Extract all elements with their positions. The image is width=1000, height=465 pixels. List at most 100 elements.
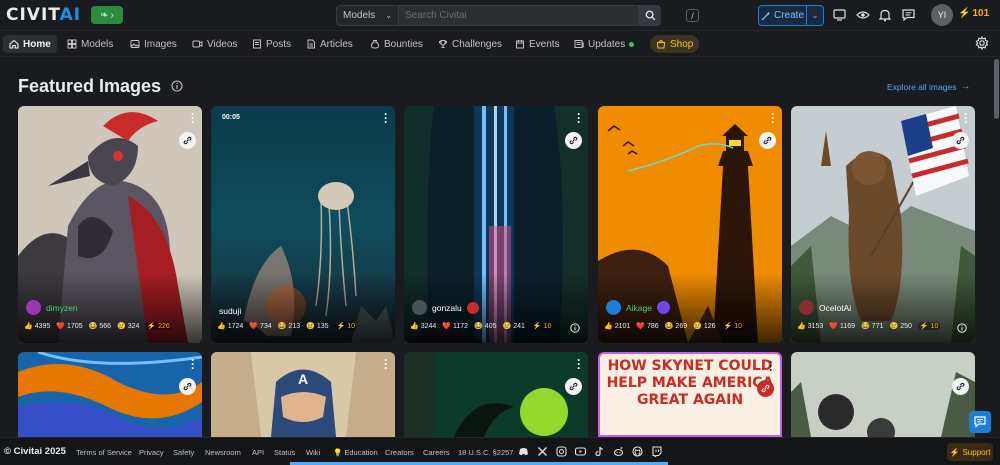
- buzz-tip[interactable]: ⚡ 10: [917, 322, 941, 330]
- footer-link-status[interactable]: Status: [274, 448, 295, 457]
- image-card[interactable]: [791, 352, 975, 437]
- footer-link-careers[interactable]: Careers: [423, 448, 450, 457]
- footer-link-safety[interactable]: Safety: [173, 448, 194, 457]
- more-options-icon[interactable]: · · ·: [961, 108, 971, 128]
- heart-reaction[interactable]: ❤️ 1705: [56, 322, 82, 331]
- nav-home[interactable]: Home: [3, 35, 57, 53]
- eye-icon[interactable]: [855, 7, 871, 23]
- more-options-icon[interactable]: · · ·: [188, 108, 198, 128]
- search-input[interactable]: [399, 5, 639, 26]
- card-user[interactable]: gonzalu: [412, 300, 479, 315]
- buzz-balance[interactable]: ⚡ 101: [958, 8, 989, 19]
- info-icon[interactable]: [26, 324, 36, 334]
- link-icon[interactable]: [179, 132, 196, 149]
- nav-challenges[interactable]: Challenges: [432, 35, 508, 53]
- card-user[interactable]: suduji: [219, 306, 241, 316]
- image-card[interactable]: · · · dimyzen 👍 4395 ❤️ 1705 😂 566 😢 324 ⚡ 226: [18, 106, 202, 343]
- search-scope-select[interactable]: Models ⌄: [336, 5, 399, 26]
- youtube-icon[interactable]: [575, 446, 586, 457]
- video-card[interactable]: 00:05 · · · suduji 👍 1724 ❤️ 734 😂 213 😢 135 ⚡…: [211, 106, 395, 343]
- footer-link-wiki[interactable]: Wiki: [306, 448, 320, 457]
- laugh-reaction[interactable]: 😂 566: [89, 322, 111, 331]
- user-avatar[interactable]: YI: [931, 4, 953, 26]
- link-icon[interactable]: [759, 132, 776, 149]
- link-icon[interactable]: [565, 132, 582, 149]
- heart-reaction[interactable]: ❤️ 786: [636, 322, 658, 331]
- twitch-icon[interactable]: [651, 446, 662, 457]
- link-icon[interactable]: [952, 378, 969, 395]
- laugh-reaction[interactable]: 😂 269: [665, 322, 687, 331]
- instagram-icon[interactable]: [556, 446, 567, 457]
- footer-link-2257[interactable]: 18 U.S.C. §2257: [458, 448, 513, 457]
- link-icon[interactable]: [565, 378, 582, 395]
- cry-reaction[interactable]: 😢 135: [306, 322, 328, 331]
- image-card[interactable]: HOW SKYNET COULD HELP MAKE AMERICA GREAT…: [598, 352, 782, 437]
- nav-images[interactable]: Images: [124, 35, 183, 53]
- card-user[interactable]: dimyzen: [26, 300, 78, 315]
- card-user[interactable]: OcelotAi: [799, 300, 851, 315]
- info-icon[interactable]: [957, 323, 967, 333]
- tiktok-icon[interactable]: [594, 446, 605, 457]
- image-card[interactable]: A · · ·: [211, 352, 395, 437]
- info-icon[interactable]: [171, 80, 183, 92]
- bell-icon[interactable]: [877, 7, 893, 23]
- cry-reaction[interactable]: 😢 126: [693, 322, 715, 331]
- footer-link-privacy[interactable]: Privacy: [139, 448, 164, 457]
- laugh-reaction[interactable]: 😂 405: [474, 322, 496, 331]
- nav-articles[interactable]: Articles: [300, 35, 359, 53]
- create-button[interactable]: Create ⌄: [758, 5, 824, 26]
- chat-icon[interactable]: [900, 7, 916, 23]
- discord-icon[interactable]: [518, 446, 529, 457]
- buzz-tip[interactable]: ⚡ 226: [145, 322, 172, 330]
- scrollbar-thumb[interactable]: [994, 59, 999, 119]
- heart-reaction[interactable]: ❤️ 734: [249, 322, 271, 331]
- more-options-icon[interactable]: · · ·: [381, 354, 391, 374]
- footer-link-terms[interactable]: Terms of Service: [76, 448, 132, 457]
- reddit-icon[interactable]: [613, 446, 624, 457]
- laugh-reaction[interactable]: 😂 771: [861, 322, 883, 331]
- nav-bounties[interactable]: Bounties: [364, 35, 429, 53]
- civitai-logo[interactable]: CIVITAI: [6, 5, 81, 25]
- buzz-tip[interactable]: ⚡ 10: [721, 322, 745, 330]
- link-icon[interactable]: [757, 380, 774, 397]
- nav-updates[interactable]: Updates: [568, 35, 640, 53]
- support-button[interactable]: ⚡ Support: [947, 443, 993, 461]
- laugh-reaction[interactable]: 😂 213: [278, 322, 300, 331]
- footer-link-api[interactable]: API: [252, 448, 264, 457]
- nav-posts[interactable]: Posts: [246, 35, 297, 53]
- explore-all-images-link[interactable]: Explore all images →: [887, 81, 970, 92]
- nav-models[interactable]: Models: [61, 35, 119, 53]
- more-options-icon[interactable]: · · ·: [574, 108, 584, 128]
- cry-reaction[interactable]: 😢 250: [889, 322, 911, 331]
- buzz-tip[interactable]: ⚡ 10: [530, 322, 554, 330]
- upload-video-icon[interactable]: [831, 7, 847, 23]
- info-icon[interactable]: [570, 323, 580, 333]
- gear-icon[interactable]: [975, 35, 991, 52]
- link-icon[interactable]: [179, 378, 196, 395]
- heart-reaction[interactable]: ❤️ 1169: [829, 322, 855, 331]
- footer-link-education[interactable]: 💡 Education: [333, 448, 378, 457]
- environment-badge[interactable]: ❧ ›: [91, 6, 123, 24]
- more-options-icon[interactable]: · · ·: [766, 356, 776, 376]
- nav-shop[interactable]: Shop: [650, 35, 700, 53]
- more-options-icon[interactable]: · · ·: [188, 354, 198, 374]
- cry-reaction[interactable]: 😢 241: [502, 322, 524, 331]
- like-reaction[interactable]: 👍 3153: [797, 322, 823, 331]
- like-reaction[interactable]: 👍 3244: [410, 322, 436, 331]
- cry-reaction[interactable]: 😢 324: [117, 322, 139, 331]
- x-twitter-icon[interactable]: [537, 446, 548, 457]
- image-card[interactable]: · · ·: [404, 352, 588, 437]
- page-scrollbar[interactable]: [993, 57, 1000, 437]
- chat-support-button[interactable]: [969, 411, 991, 433]
- github-icon[interactable]: [632, 446, 643, 457]
- footer-link-newsroom[interactable]: Newsroom: [205, 448, 241, 457]
- buzz-tip[interactable]: ⚡ 10: [334, 322, 358, 330]
- more-options-icon[interactable]: · · ·: [574, 354, 584, 374]
- card-user[interactable]: Aikage: [606, 300, 670, 315]
- like-reaction[interactable]: 👍 1724: [217, 322, 243, 331]
- like-reaction[interactable]: 👍 2101: [604, 322, 630, 331]
- create-dropdown-toggle[interactable]: ⌄: [807, 11, 823, 20]
- image-card[interactable]: · · · OcelotAi 👍 3153 ❤️ 1169 😂 771 😢 250 ⚡ 10: [791, 106, 975, 343]
- more-options-icon[interactable]: · · ·: [381, 108, 391, 128]
- nav-events[interactable]: Events: [509, 35, 566, 53]
